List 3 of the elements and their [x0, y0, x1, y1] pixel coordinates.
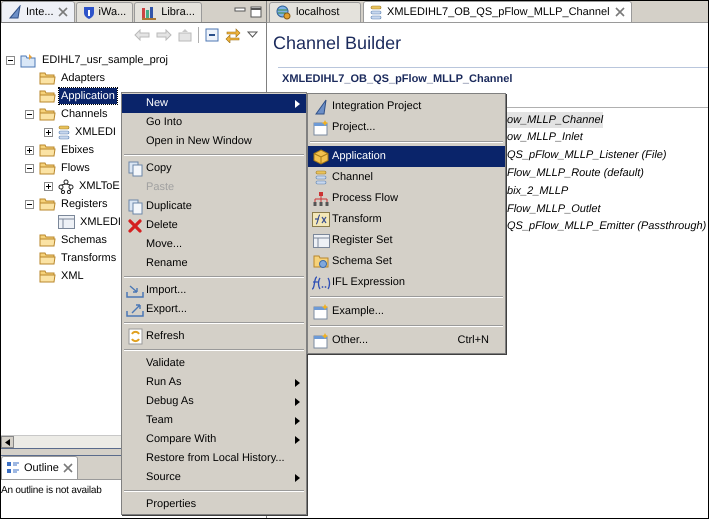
outline-message: An outline is not availab: [1, 485, 102, 496]
editor-title: Channel Builder: [272, 32, 402, 55]
section-title: XMLEDIHL7_OB_QS_pFlow_MLLP_Channel: [282, 73, 512, 85]
